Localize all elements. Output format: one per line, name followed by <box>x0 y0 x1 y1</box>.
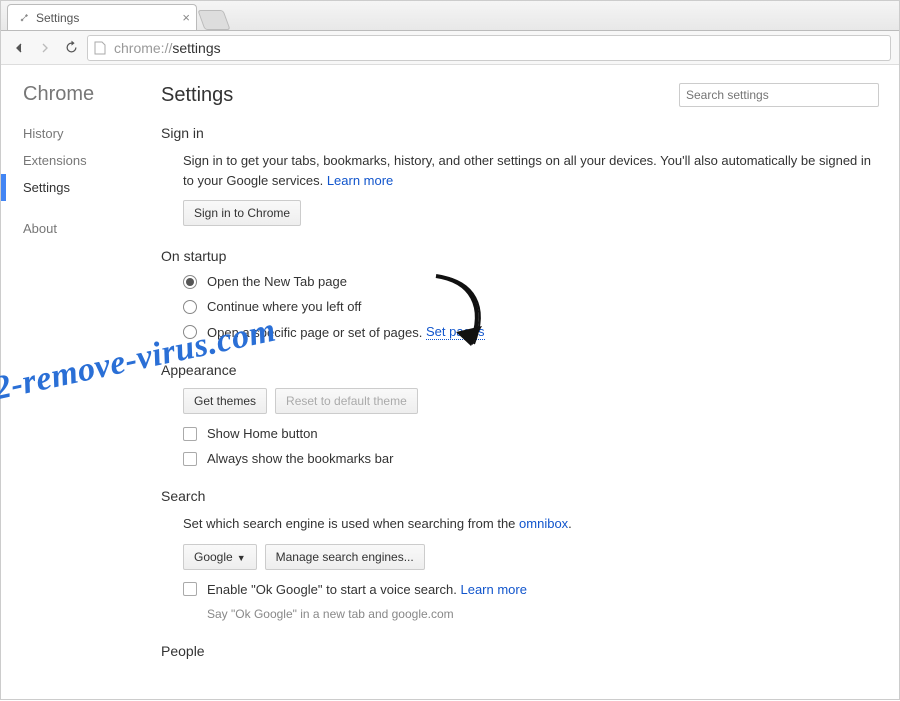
close-icon[interactable]: × <box>182 10 190 25</box>
ok-google-checkbox[interactable]: Enable "Ok Google" to start a voice sear… <box>183 582 879 597</box>
radio-icon <box>183 325 197 339</box>
show-home-checkbox[interactable]: Show Home button <box>183 426 879 441</box>
radio-icon <box>183 275 197 289</box>
checkbox-icon <box>183 452 197 466</box>
sidebar-item-extensions[interactable]: Extensions <box>23 147 131 174</box>
wrench-icon <box>16 11 30 25</box>
signin-desc: Sign in to get your tabs, bookmarks, his… <box>183 151 879 190</box>
signin-button[interactable]: Sign in to Chrome <box>183 200 301 226</box>
section-search: Search Set which search engine is used w… <box>161 488 879 621</box>
page-title: Settings <box>161 84 233 107</box>
show-bookmarks-checkbox[interactable]: Always show the bookmarks bar <box>183 451 879 466</box>
browser-tab[interactable]: Settings × <box>7 4 197 30</box>
sidebar-item-history[interactable]: History <box>23 120 131 147</box>
sidebar-item-settings[interactable]: Settings <box>1 174 131 201</box>
checkbox-icon <box>183 427 197 441</box>
appearance-title: Appearance <box>161 362 879 378</box>
toolbar: chrome://settings <box>1 31 899 65</box>
set-pages-link[interactable]: Set pages <box>426 324 485 340</box>
checkbox-icon <box>183 582 197 596</box>
startup-radio-newtab[interactable]: Open the New Tab page <box>183 274 879 289</box>
people-title: People <box>161 643 879 659</box>
url-scheme: chrome:// <box>114 40 172 56</box>
section-signin: Sign in Sign in to get your tabs, bookma… <box>161 125 879 226</box>
caret-down-icon: ▼ <box>237 553 246 563</box>
ok-google-learn-more-link[interactable]: Learn more <box>460 582 526 597</box>
back-button[interactable] <box>9 38 29 58</box>
section-startup: On startup Open the New Tab page Continu… <box>161 248 879 340</box>
startup-radio-specific[interactable]: Open a specific page or set of pages. Se… <box>183 324 879 340</box>
startup-title: On startup <box>161 248 879 264</box>
manage-search-engines-button[interactable]: Manage search engines... <box>265 544 425 570</box>
url-path: settings <box>172 40 220 56</box>
get-themes-button[interactable]: Get themes <box>183 388 267 414</box>
ok-google-hint: Say "Ok Google" in a new tab and google.… <box>207 607 879 621</box>
address-bar[interactable]: chrome://settings <box>87 35 891 61</box>
section-people: People <box>161 643 879 659</box>
radio-icon <box>183 300 197 314</box>
search-engine-dropdown[interactable]: Google▼ <box>183 544 257 570</box>
sidebar: Chrome History Extensions Settings About <box>1 65 131 701</box>
tab-title: Settings <box>36 11 79 25</box>
search-input[interactable] <box>679 83 879 107</box>
search-desc: Set which search engine is used when sea… <box>183 514 879 534</box>
new-tab-button[interactable] <box>197 10 230 30</box>
section-appearance: Appearance Get themes Reset to default t… <box>161 362 879 466</box>
omnibox-link[interactable]: omnibox <box>519 516 568 531</box>
page-icon <box>94 41 108 55</box>
main: Settings Sign in Sign in to get your tab… <box>131 65 899 701</box>
reset-theme-button[interactable]: Reset to default theme <box>275 388 418 414</box>
search-title: Search <box>161 488 879 504</box>
startup-radio-continue[interactable]: Continue where you left off <box>183 299 879 314</box>
sidebar-item-about[interactable]: About <box>23 215 131 242</box>
content: Chrome History Extensions Settings About… <box>1 65 899 701</box>
tab-bar: Settings × <box>1 1 899 31</box>
reload-button[interactable] <box>61 38 81 58</box>
signin-title: Sign in <box>161 125 879 141</box>
brand: Chrome <box>23 83 131 106</box>
signin-learn-more-link[interactable]: Learn more <box>327 173 393 188</box>
forward-button[interactable] <box>35 38 55 58</box>
